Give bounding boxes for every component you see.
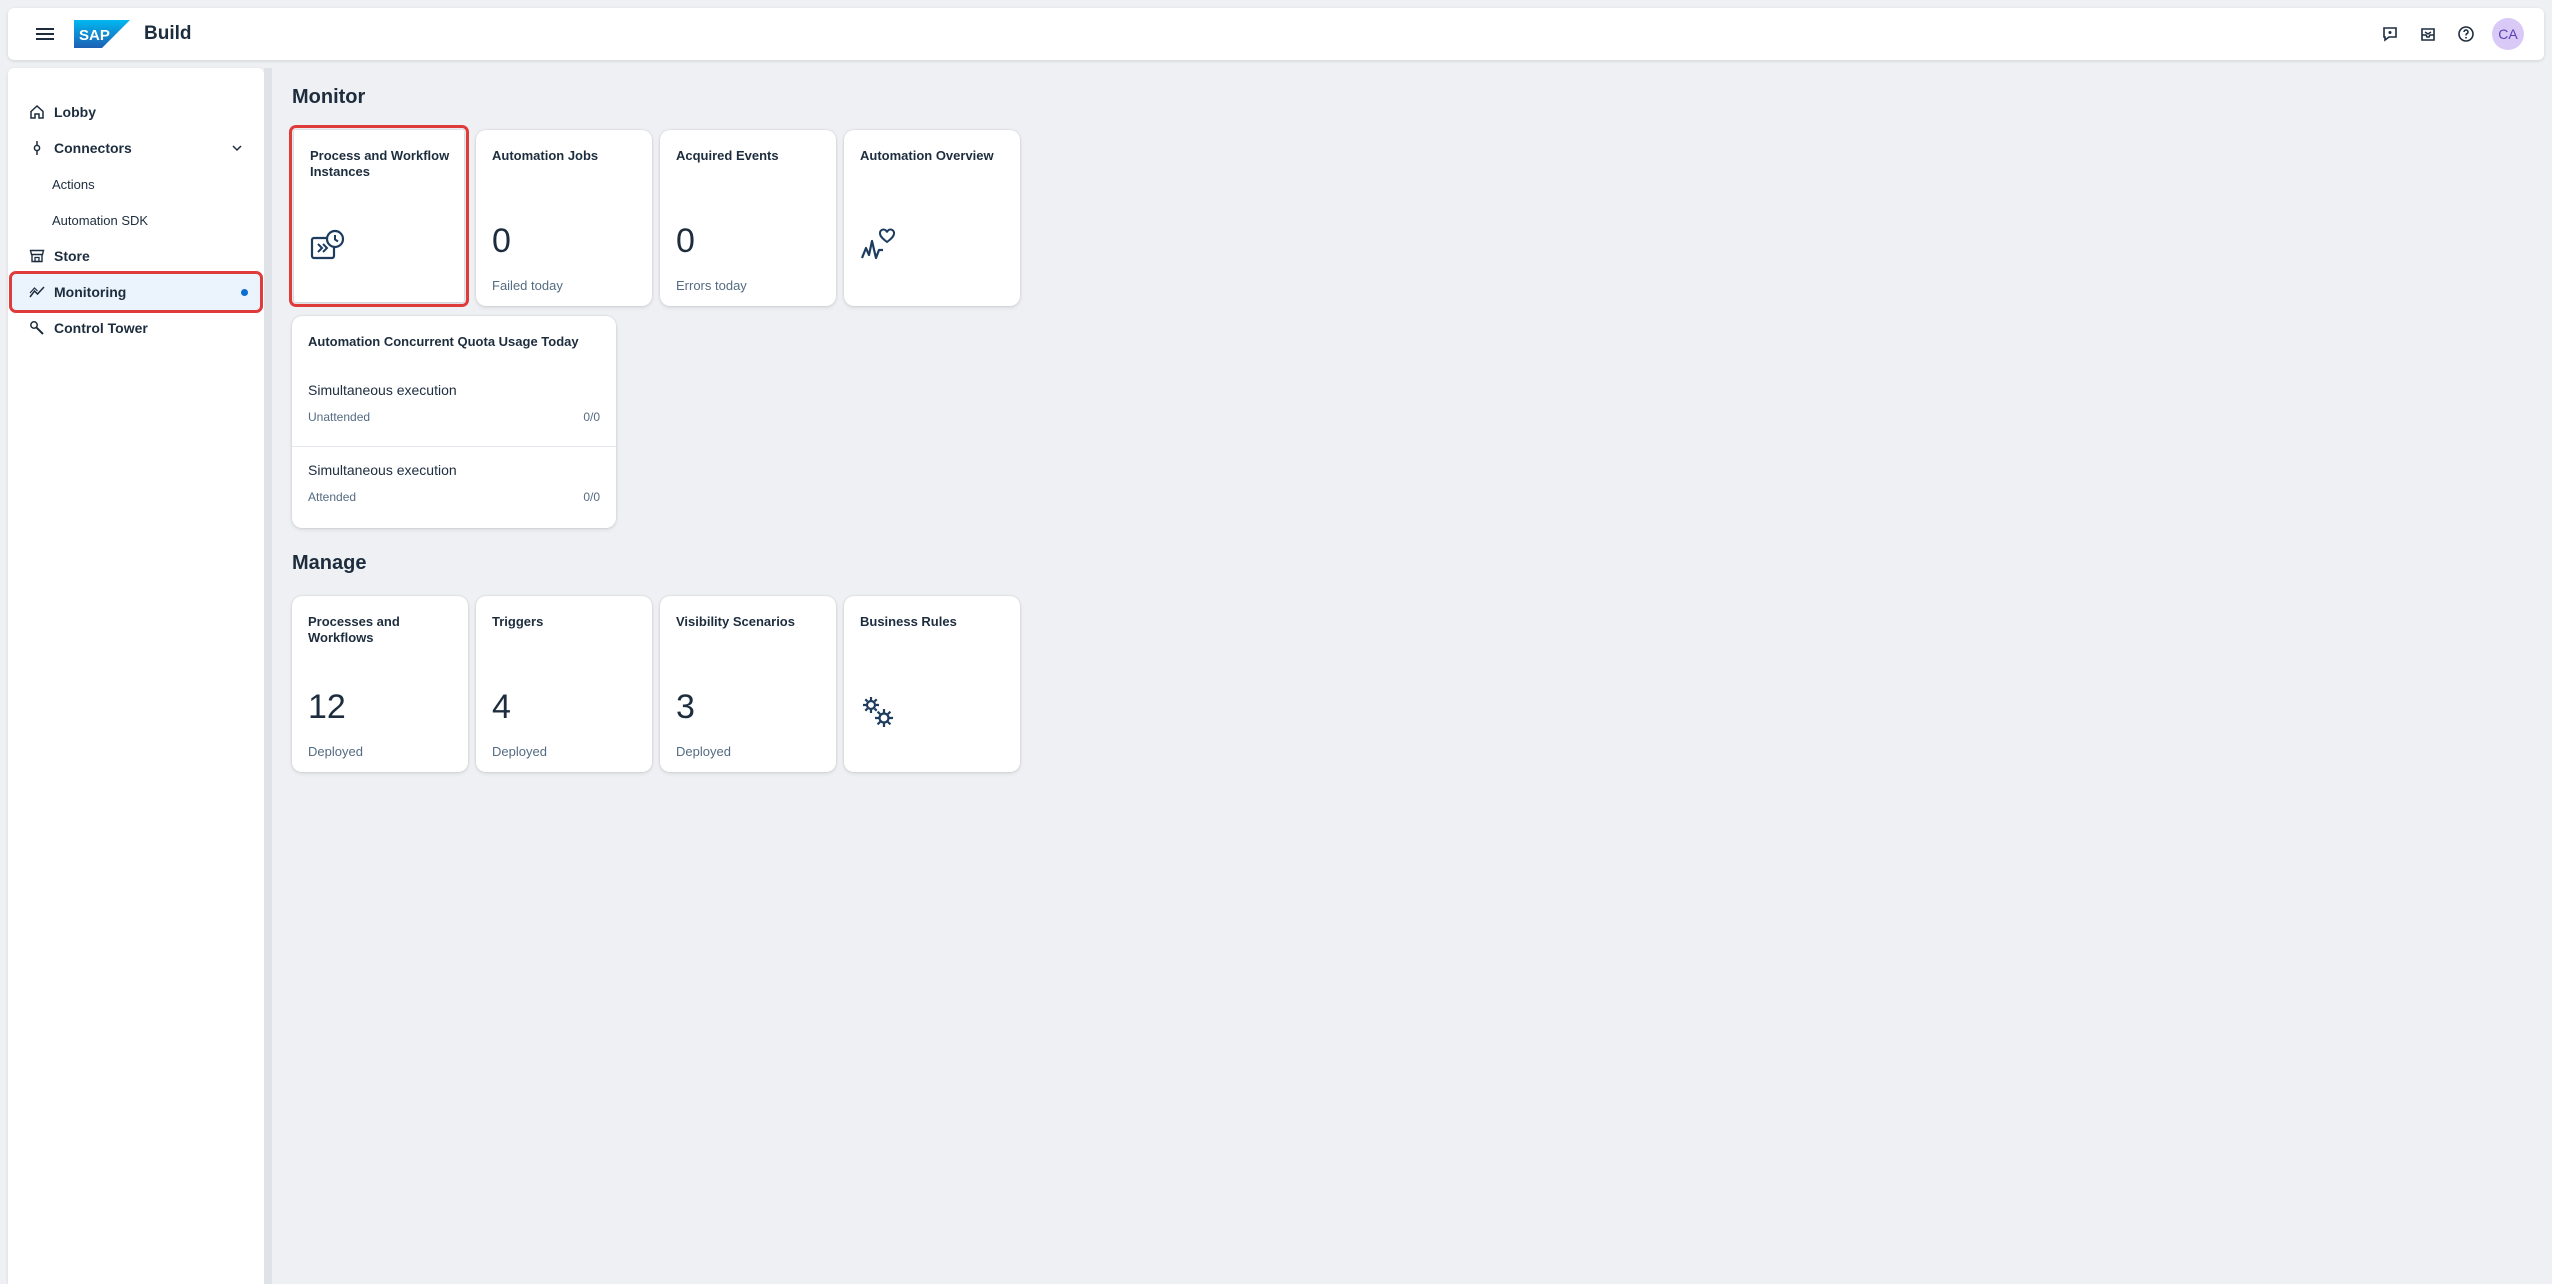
sap-logo[interactable]: SAP [74, 20, 130, 48]
tile-title: Acquired Events [676, 148, 779, 163]
tile-number: 0 [492, 222, 511, 260]
sidebar-item-connectors[interactable]: Connectors [8, 130, 264, 166]
process-clock-icon [310, 229, 345, 260]
connector-icon [28, 139, 46, 157]
tile-processes-and-workflows[interactable]: Processes and Workflows 12 Deployed [292, 596, 468, 772]
tile-visibility-scenarios[interactable]: Visibility Scenarios 3 Deployed [660, 596, 836, 772]
tile-footer: Deployed [676, 744, 731, 759]
menu-button[interactable] [28, 17, 62, 51]
app-title: Build [144, 23, 192, 44]
tile-automation-overview[interactable]: Automation Overview [844, 130, 1020, 306]
joule-button[interactable] [2378, 22, 2402, 46]
tile-footer: Deployed [308, 744, 363, 759]
tile-process-workflow-instances[interactable]: Process and Workflow Instances [289, 125, 469, 307]
sidebar-item-store[interactable]: Store [8, 238, 264, 274]
sidenav-splitter[interactable] [264, 68, 272, 1284]
sidebar-item-monitoring[interactable]: Monitoring [9, 271, 263, 313]
quota-row-value: 0/0 [583, 410, 600, 424]
sidebar-item-automation-sdk[interactable]: Automation SDK [8, 202, 264, 238]
notifications-button[interactable] [2416, 22, 2440, 46]
tile-footer: Deployed [492, 744, 547, 759]
tile-footer: Errors today [676, 278, 747, 293]
tile-title: Process and Workflow Instances [310, 148, 450, 179]
tile-title: Triggers [492, 614, 544, 629]
sidebar-item-label: Store [54, 248, 90, 264]
sidebar-item-label: Connectors [54, 140, 132, 156]
sidebar-item-label: Control Tower [54, 320, 148, 336]
chevron-down-icon[interactable] [230, 141, 244, 155]
store-icon [28, 247, 46, 265]
quota-row-value: 0/0 [583, 490, 600, 504]
tile-acquired-events[interactable]: Acquired Events 0 Errors today [660, 130, 836, 306]
wrench-icon [28, 319, 46, 337]
tile-footer: Failed today [492, 278, 563, 293]
quota-row-label: Simultaneous execution [308, 382, 457, 398]
inbox-icon [2421, 28, 2435, 41]
tile-title: Business Rules [860, 614, 957, 629]
quota-row-type: Unattended [308, 410, 371, 424]
hamburger-icon [36, 28, 54, 40]
sidebar-item-lobby[interactable]: Lobby [8, 94, 264, 130]
sidebar-item-label: Monitoring [54, 284, 127, 300]
quota-divider [292, 446, 616, 447]
help-icon [2458, 26, 2474, 42]
selected-indicator [241, 288, 248, 296]
gears-icon [863, 697, 893, 727]
tile-number: 3 [676, 688, 695, 726]
tile-title: Automation Overview [860, 148, 994, 163]
shell-actions: CA [2378, 18, 2524, 50]
sap-logo-text: SAP [79, 27, 110, 44]
tile-title: Automation Jobs [492, 148, 599, 163]
manage-section-title: Manage [292, 552, 367, 574]
tile-automation-jobs[interactable]: Automation Jobs 0 Failed today [476, 130, 652, 306]
user-avatar[interactable]: CA [2492, 18, 2524, 50]
quota-row-unattended: Simultaneous execution Unattended 0/0 [292, 382, 616, 460]
tile-title: Processes and Workflows [308, 614, 400, 645]
sap-logo-icon: SAP [74, 20, 130, 48]
sidebar-item-label: Lobby [54, 104, 96, 120]
quota-row-type: Attended [308, 490, 357, 504]
monitor-section-title: Monitor [292, 86, 366, 108]
tile-number: 0 [676, 222, 695, 260]
heart-pulse-icon [860, 228, 895, 260]
side-navigation: Lobby Connectors Actions Automation SDK … [8, 68, 264, 1284]
tile-concurrent-quota-usage[interactable]: Automation Concurrent Quota Usage Today … [292, 316, 616, 528]
main-content: Monitor Process and Workflow Instances A… [289, 68, 2532, 1284]
chat-icon [2383, 27, 2397, 42]
tile-title: Visibility Scenarios [676, 614, 795, 629]
sidebar-item-control-tower[interactable]: Control Tower [8, 310, 264, 346]
help-button[interactable] [2454, 22, 2478, 46]
quota-row-attended: Simultaneous execution Attended 0/0 [292, 462, 616, 540]
tile-number: 4 [492, 688, 511, 726]
tile-title: Automation Concurrent Quota Usage Today [308, 334, 579, 349]
tile-triggers[interactable]: Triggers 4 Deployed [476, 596, 652, 772]
line-chart-icon [28, 283, 46, 301]
sidebar-item-actions[interactable]: Actions [8, 166, 264, 202]
tile-business-rules[interactable]: Business Rules [844, 596, 1020, 772]
quota-row-label: Simultaneous execution [308, 462, 457, 478]
tile-number: 12 [308, 688, 346, 726]
home-icon [28, 103, 46, 121]
shell-bar: SAP Build CA [8, 8, 2544, 60]
